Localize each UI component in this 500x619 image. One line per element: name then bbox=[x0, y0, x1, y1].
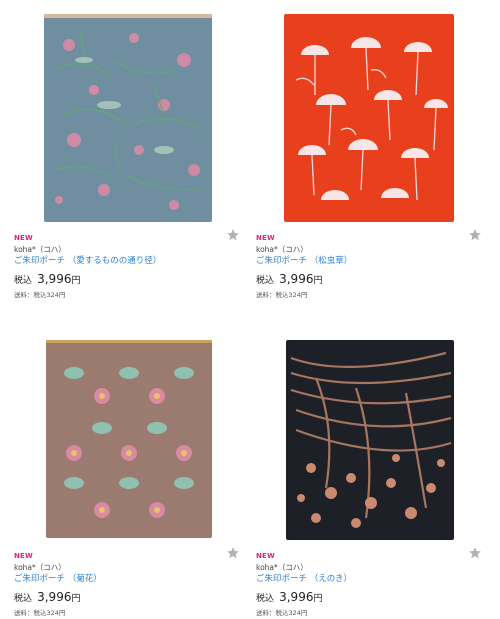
product-grid: NEW koha*（コハ） ご朱印ポーチ （愛するものの通り径） 税込 3,99… bbox=[0, 0, 500, 617]
brand-name[interactable]: koha*（コハ） bbox=[14, 562, 240, 573]
price-unit: 円 bbox=[313, 594, 323, 604]
new-badge: NEW bbox=[256, 234, 275, 242]
star-icon[interactable] bbox=[468, 228, 482, 242]
shipping-fee: 送料：税込324円 bbox=[14, 609, 66, 617]
price-tax-label: 税込 bbox=[14, 276, 33, 286]
brand-name[interactable]: koha*（コハ） bbox=[256, 244, 482, 255]
product-card: NEW koha*（コハ） ご朱印ポーチ （えのき） 税込 3,996円 送料：… bbox=[256, 318, 482, 619]
star-icon[interactable] bbox=[468, 546, 482, 560]
product-image[interactable] bbox=[14, 318, 240, 544]
brand-name[interactable]: koha*（コハ） bbox=[256, 562, 482, 573]
price-value: 3,996 bbox=[37, 272, 72, 286]
star-icon[interactable] bbox=[226, 228, 240, 242]
product-card: NEW koha*（コハ） ご朱印ポーチ （松虫草） 税込 3,996円 送料：… bbox=[256, 0, 482, 301]
shipping-fee: 送料：税込324円 bbox=[256, 609, 308, 617]
price: 税込 3,996円 bbox=[14, 588, 240, 607]
price-unit: 円 bbox=[313, 276, 323, 286]
price-unit: 円 bbox=[71, 594, 81, 604]
shipping-fee: 送料：税込324円 bbox=[256, 291, 308, 299]
product-image[interactable] bbox=[14, 0, 240, 226]
price-value: 3,996 bbox=[279, 272, 314, 286]
new-badge: NEW bbox=[14, 234, 33, 242]
price-unit: 円 bbox=[71, 276, 81, 286]
product-card: NEW koha*（コハ） ご朱印ポーチ （愛するものの通り径） 税込 3,99… bbox=[14, 0, 240, 301]
price-value: 3,996 bbox=[279, 590, 314, 604]
price: 税込 3,996円 bbox=[14, 270, 240, 289]
shipping-fee: 送料：税込324円 bbox=[14, 291, 66, 299]
price-value: 3,996 bbox=[37, 590, 72, 604]
price-tax-label: 税込 bbox=[14, 594, 33, 604]
product-title[interactable]: ご朱印ポーチ （えのき） bbox=[256, 573, 482, 586]
product-title[interactable]: ご朱印ポーチ （菊花） bbox=[14, 573, 240, 586]
price: 税込 3,996円 bbox=[256, 588, 482, 607]
product-card: NEW koha*（コハ） ご朱印ポーチ （菊花） 税込 3,996円 送料：税… bbox=[14, 318, 240, 619]
price: 税込 3,996円 bbox=[256, 270, 482, 289]
star-icon[interactable] bbox=[226, 546, 240, 560]
price-tax-label: 税込 bbox=[256, 594, 275, 604]
new-badge: NEW bbox=[14, 552, 33, 560]
product-image[interactable] bbox=[256, 0, 482, 226]
new-badge: NEW bbox=[256, 552, 275, 560]
brand-name[interactable]: koha*（コハ） bbox=[14, 244, 240, 255]
product-title[interactable]: ご朱印ポーチ （愛するものの通り径） bbox=[14, 255, 240, 268]
product-title[interactable]: ご朱印ポーチ （松虫草） bbox=[256, 255, 482, 268]
product-image[interactable] bbox=[256, 318, 482, 544]
price-tax-label: 税込 bbox=[256, 276, 275, 286]
